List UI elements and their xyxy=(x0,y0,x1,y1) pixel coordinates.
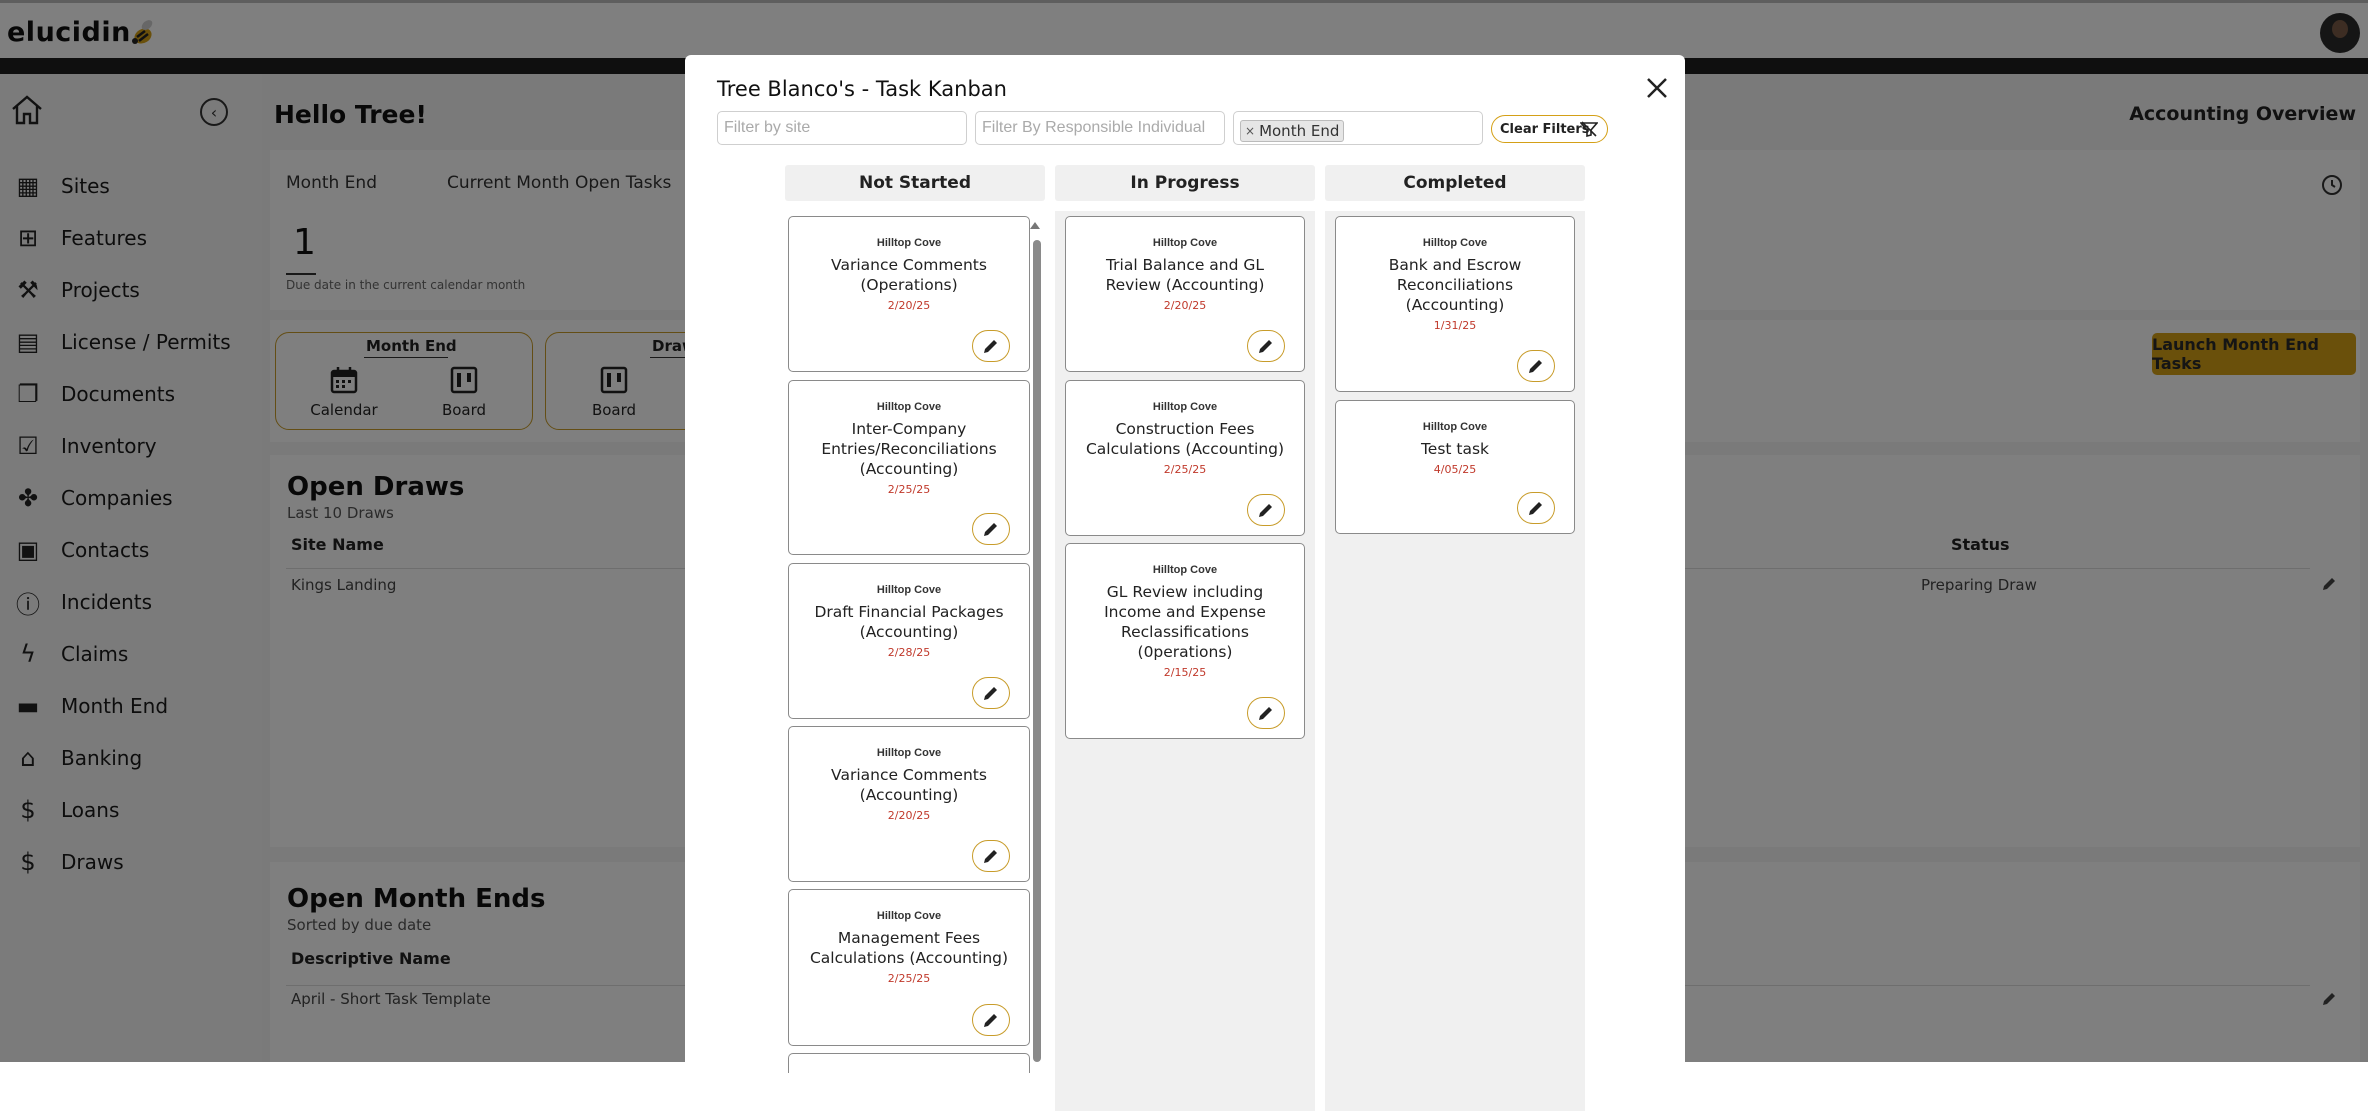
task-due-date: 4/05/25 xyxy=(1433,463,1477,476)
category-filter[interactable]: × Month End xyxy=(1233,111,1483,145)
task-due-date: 2/25/25 xyxy=(887,483,931,496)
task-site: Hilltop Cove xyxy=(876,237,942,249)
task-due-date: 2/25/25 xyxy=(1163,463,1207,476)
responsible-individual-filter-input[interactable] xyxy=(976,112,1224,144)
task-card[interactable]: Hilltop Cove Bank and Escrow Reconciliat… xyxy=(1335,216,1575,392)
edit-task-button[interactable] xyxy=(972,840,1010,872)
task-name: Trial Balance and GL Review (Accounting) xyxy=(1105,256,1265,294)
task-due-date: 2/28/25 xyxy=(887,646,931,659)
task-site: Hilltop Cove xyxy=(1152,401,1218,413)
task-name: Management Fees Calculations (Accounting… xyxy=(809,929,1009,967)
task-site: Hilltop Cove xyxy=(1152,237,1218,249)
task-due-date: 2/15/25 xyxy=(1163,666,1207,679)
pencil-icon xyxy=(1259,707,1272,720)
column-header-completed: Completed xyxy=(1325,165,1585,201)
pencil-icon xyxy=(984,340,997,353)
task-card[interactable]: Hilltop Cove Variance Comments (Operatio… xyxy=(788,216,1030,372)
site-filter[interactable] xyxy=(717,111,967,145)
task-site: Hilltop Cove xyxy=(876,584,942,596)
task-name: Construction Fees Calculations (Accounti… xyxy=(1085,420,1285,458)
task-card[interactable]: Hilltop Cove Management Fees Calculation… xyxy=(788,889,1030,1046)
scroll-up-arrow-icon[interactable] xyxy=(1030,222,1040,229)
column-header-in-progress: In Progress xyxy=(1055,165,1315,201)
task-site: Hilltop Cove xyxy=(876,401,942,413)
task-name: Variance Comments (Operations) xyxy=(831,256,987,294)
edit-task-button[interactable] xyxy=(972,513,1010,545)
close-icon[interactable] xyxy=(1645,76,1669,100)
task-name: Inter-Company Entries/Reconciliations (A… xyxy=(821,420,997,478)
site-filter-input[interactable] xyxy=(718,112,966,144)
task-site: Hilltop Cove xyxy=(876,910,942,922)
edit-task-button[interactable] xyxy=(1247,494,1285,526)
edit-task-button[interactable] xyxy=(972,677,1010,709)
task-site: Hilltop Cove xyxy=(1422,237,1488,249)
task-due-date: 2/20/25 xyxy=(1163,299,1207,312)
task-site: Hilltop Cove xyxy=(1152,564,1218,576)
clear-filters-label: Clear Filters xyxy=(1500,121,1590,137)
task-due-date: 2/20/25 xyxy=(887,809,931,822)
task-card[interactable]: Hilltop Cove GL Review including Income … xyxy=(1065,543,1305,739)
pencil-icon xyxy=(984,850,997,863)
pencil-icon xyxy=(1259,340,1272,353)
edit-task-button[interactable] xyxy=(972,330,1010,362)
task-site: Hilltop Cove xyxy=(1422,421,1488,433)
task-card-partial[interactable] xyxy=(788,1053,1030,1073)
not-started-scrollbar[interactable] xyxy=(1033,240,1041,1062)
task-due-date: 1/31/25 xyxy=(1433,319,1477,332)
task-name: Variance Comments (Accounting) xyxy=(831,766,987,804)
edit-task-button[interactable] xyxy=(972,1004,1010,1036)
task-kanban-modal: Tree Blanco's - Task Kanban × Month End … xyxy=(685,55,1685,1111)
pencil-icon xyxy=(984,1014,997,1027)
task-due-date: 2/20/25 xyxy=(887,299,931,312)
task-card[interactable]: Hilltop Cove Draft Financial Packages (A… xyxy=(788,563,1030,719)
task-name: Bank and Escrow Reconciliations (Account… xyxy=(1388,256,1522,314)
task-card[interactable]: Hilltop Cove Construction Fees Calculati… xyxy=(1065,380,1305,536)
task-name: Draft Financial Packages (Accounting) xyxy=(814,603,1004,641)
task-card[interactable]: Hilltop Cove Variance Comments (Accounti… xyxy=(788,726,1030,882)
task-card[interactable]: Hilltop Cove Test task 4/05/25 xyxy=(1335,400,1575,534)
task-card[interactable]: Hilltop Cove Inter-Company Entries/Recon… xyxy=(788,380,1030,555)
month-end-filter-chip: × Month End xyxy=(1240,120,1345,142)
pencil-icon xyxy=(1529,502,1542,515)
clear-filters-button[interactable]: Clear Filters xyxy=(1491,115,1608,143)
filter-off-icon xyxy=(1580,121,1598,137)
edit-task-button[interactable] xyxy=(1517,492,1555,524)
pencil-icon xyxy=(1259,504,1272,517)
task-card[interactable]: Hilltop Cove Trial Balance and GL Review… xyxy=(1065,216,1305,372)
task-name: GL Review including Income and Expense R… xyxy=(1104,583,1266,661)
pencil-icon xyxy=(1529,360,1542,373)
column-header-not-started: Not Started xyxy=(785,165,1045,201)
edit-task-button[interactable] xyxy=(1247,697,1285,729)
edit-task-button[interactable] xyxy=(1247,330,1285,362)
task-name: Test task xyxy=(1420,440,1490,458)
modal-title: Tree Blanco's - Task Kanban xyxy=(717,77,1007,101)
task-site: Hilltop Cove xyxy=(876,747,942,759)
remove-chip-icon[interactable]: × xyxy=(1245,124,1255,138)
edit-task-button[interactable] xyxy=(1517,350,1555,382)
pencil-icon xyxy=(984,523,997,536)
task-due-date: 2/25/25 xyxy=(887,972,931,985)
chip-label: Month End xyxy=(1259,122,1340,140)
responsible-individual-filter[interactable] xyxy=(975,111,1225,145)
pencil-icon xyxy=(984,687,997,700)
